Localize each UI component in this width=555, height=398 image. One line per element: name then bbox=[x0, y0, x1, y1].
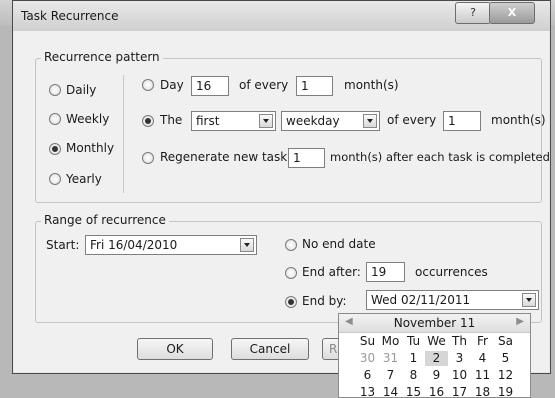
weekday-header: Mo bbox=[381, 334, 400, 348]
calendar-day[interactable]: 12 bbox=[494, 368, 517, 383]
start-date-select[interactable]: Fri 16/04/2010 bbox=[85, 235, 257, 255]
calendar-day[interactable]: 9 bbox=[425, 368, 448, 383]
weekday-header: Fr bbox=[477, 334, 488, 348]
regenerate-label: Regenerate new task bbox=[160, 150, 288, 164]
monthly-label: Monthly bbox=[66, 141, 115, 155]
yearly-label: Yearly bbox=[66, 172, 102, 186]
regenerate-option-radio[interactable] bbox=[142, 152, 154, 164]
calendar-header: ◀ November 11 ▶ bbox=[339, 314, 530, 333]
calendar-day[interactable]: 3 bbox=[448, 351, 471, 366]
dialog-title: Task Recurrence bbox=[21, 9, 119, 23]
chevron-down-icon bbox=[259, 114, 273, 128]
the-of-every-label: of every bbox=[387, 113, 437, 127]
calendar-day[interactable]: 18 bbox=[471, 385, 494, 397]
chevron-down-icon bbox=[363, 114, 377, 128]
the-option-label: The bbox=[160, 113, 183, 127]
ordinal-select[interactable]: first bbox=[191, 111, 276, 131]
day-month-interval-input[interactable]: 1 bbox=[296, 76, 333, 96]
day-months-label: month(s) bbox=[344, 78, 399, 92]
ordinal-value: first bbox=[196, 114, 220, 128]
chevron-down-icon bbox=[240, 238, 254, 252]
calendar-day[interactable]: 14 bbox=[379, 385, 402, 397]
weekly-label: Weekly bbox=[66, 112, 110, 126]
weekday-header: We bbox=[427, 334, 446, 348]
the-option-radio[interactable] bbox=[142, 115, 154, 127]
title-bar: Task Recurrence ? X bbox=[13, 1, 550, 31]
weekday-header: Su bbox=[359, 334, 376, 348]
no-end-date-label: No end date bbox=[302, 237, 376, 251]
day-of-every-label: of every bbox=[239, 78, 289, 92]
end-by-radio[interactable] bbox=[285, 296, 297, 308]
yearly-radio[interactable] bbox=[49, 173, 61, 185]
day-option-radio[interactable] bbox=[142, 79, 154, 91]
no-end-date-radio[interactable] bbox=[285, 239, 297, 251]
end-after-radio[interactable] bbox=[285, 267, 297, 279]
regenerate-suffix-label: month(s) after each task is completed bbox=[330, 150, 550, 164]
ok-button[interactable]: OK bbox=[137, 338, 213, 360]
calendar-day[interactable]: 11 bbox=[471, 368, 494, 383]
weekday-header: Th bbox=[452, 334, 467, 348]
weekday-header: Sa bbox=[498, 334, 513, 348]
calendar-day[interactable]: 8 bbox=[402, 368, 425, 383]
close-icon: X bbox=[507, 6, 517, 19]
calendar-day[interactable]: 30 bbox=[356, 351, 379, 366]
start-date-value: Fri 16/04/2010 bbox=[90, 238, 178, 252]
chevron-down-icon bbox=[522, 293, 536, 307]
start-label: Start: bbox=[46, 238, 80, 252]
end-after-label: End after: bbox=[302, 265, 361, 279]
end-by-label: End by: bbox=[302, 294, 347, 308]
weekday-header: Tu bbox=[406, 334, 421, 348]
weekday-select[interactable]: weekday bbox=[281, 111, 380, 131]
calendar-day[interactable]: 6 bbox=[356, 368, 379, 383]
the-months-label: month(s) bbox=[491, 113, 546, 127]
calendar-day[interactable]: 16 bbox=[425, 385, 448, 397]
daily-label: Daily bbox=[66, 83, 97, 97]
calendar-day[interactable]: 15 bbox=[402, 385, 425, 397]
next-month-icon[interactable]: ▶ bbox=[516, 316, 524, 327]
calendar-day[interactable]: 13 bbox=[356, 385, 379, 397]
help-icon: ? bbox=[470, 6, 476, 19]
weekday-value: weekday bbox=[286, 114, 340, 128]
end-by-date-select[interactable]: Wed 02/11/2011 bbox=[366, 290, 539, 310]
pattern-separator bbox=[123, 75, 124, 193]
recurrence-pattern-legend: Recurrence pattern bbox=[41, 50, 163, 64]
date-picker-calendar: ◀ November 11 ▶ Su Mo Tu We Th Fr Sa 30 … bbox=[338, 313, 531, 398]
end-after-input[interactable]: 19 bbox=[366, 262, 405, 282]
weekly-radio[interactable] bbox=[49, 113, 61, 125]
calendar-day[interactable]: 1 bbox=[402, 351, 425, 366]
calendar-day[interactable]: 10 bbox=[448, 368, 471, 383]
occurrences-label: occurrences bbox=[415, 265, 488, 279]
day-number-input[interactable]: 16 bbox=[191, 76, 229, 96]
day-option-label: Day bbox=[160, 78, 184, 92]
cancel-button[interactable]: Cancel bbox=[231, 338, 309, 360]
calendar-day[interactable]: 4 bbox=[471, 351, 494, 366]
monthly-radio[interactable] bbox=[49, 143, 61, 155]
help-button[interactable]: ? bbox=[455, 2, 491, 24]
calendar-day-selected[interactable]: 2 bbox=[425, 351, 448, 366]
regenerate-interval-input[interactable]: 1 bbox=[288, 148, 325, 168]
close-button[interactable]: X bbox=[489, 2, 535, 24]
calendar-day[interactable]: 7 bbox=[379, 368, 402, 383]
calendar-month-title: November 11 bbox=[393, 316, 476, 330]
calendar-day[interactable]: 31 bbox=[379, 351, 402, 366]
calendar-day[interactable]: 19 bbox=[494, 385, 517, 397]
end-by-date-value: Wed 02/11/2011 bbox=[371, 293, 471, 307]
daily-radio[interactable] bbox=[49, 84, 61, 96]
the-month-interval-input[interactable]: 1 bbox=[443, 111, 481, 131]
range-of-recurrence-legend: Range of recurrence bbox=[41, 213, 169, 227]
calendar-day[interactable]: 5 bbox=[494, 351, 517, 366]
calendar-day[interactable]: 17 bbox=[448, 385, 471, 397]
